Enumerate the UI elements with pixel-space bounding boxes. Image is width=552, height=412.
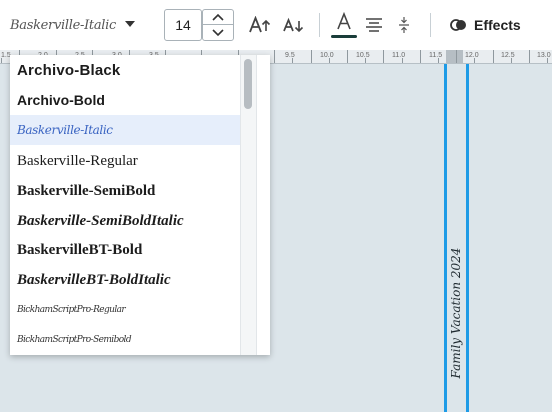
ruler-tick bbox=[493, 50, 494, 63]
text-color-button[interactable] bbox=[330, 12, 358, 38]
ruler-label: 9.5 bbox=[285, 52, 295, 59]
spine-title-text[interactable]: Family Vacation 2024 bbox=[449, 248, 463, 379]
grow-font-button[interactable] bbox=[247, 12, 273, 38]
font-size-stepper bbox=[202, 9, 234, 41]
effects-icon bbox=[450, 19, 466, 31]
font-family-value: Baskerville-Italic bbox=[10, 17, 116, 33]
effects-button[interactable]: Effects bbox=[450, 12, 521, 38]
font-option-baskervillebt-bold[interactable]: BaskervilleBT-Bold bbox=[10, 235, 240, 265]
ruler-tick bbox=[456, 50, 457, 63]
ruler-label: 10.0 bbox=[320, 52, 334, 59]
shrink-font-button[interactable] bbox=[280, 12, 306, 38]
font-option-baskerville-regular[interactable]: Baskerville-Regular bbox=[10, 146, 240, 176]
increase-size-button[interactable] bbox=[203, 10, 233, 25]
align-center-button[interactable] bbox=[362, 12, 386, 38]
font-family-list: Archivo-Black Archivo-Bold Baskerville-I… bbox=[10, 55, 270, 355]
chevron-down-icon bbox=[212, 28, 224, 36]
ruler-label: 10.5 bbox=[356, 52, 370, 59]
ruler-selection-marker bbox=[446, 50, 463, 63]
ruler-label: 11.5 bbox=[429, 52, 443, 59]
ruler-tick bbox=[311, 50, 312, 63]
font-option-baskerville-semibold[interactable]: Baskerville-SemiBold bbox=[10, 176, 240, 206]
ruler-label: 13.0 bbox=[537, 52, 551, 59]
font-option-baskervillebt-bold-italic[interactable]: BaskervilleBT-BoldItalic bbox=[10, 265, 240, 295]
font-size-input[interactable]: 14 bbox=[164, 9, 202, 41]
chevron-up-icon bbox=[212, 13, 224, 21]
ruler-label: 11.0 bbox=[392, 52, 406, 59]
spacing-button[interactable] bbox=[394, 12, 414, 38]
line-spacing-icon bbox=[399, 17, 409, 33]
ruler-tick bbox=[383, 50, 384, 63]
font-family-dropdown[interactable]: Baskerville-Italic bbox=[10, 10, 144, 40]
ruler-tick bbox=[529, 50, 530, 63]
font-option-bickham-regular[interactable]: BickhamScriptPro-Regular bbox=[10, 295, 240, 325]
ruler-tick bbox=[420, 50, 421, 63]
align-center-icon bbox=[366, 18, 382, 32]
toolbar-divider bbox=[430, 13, 431, 37]
ruler-tick bbox=[347, 50, 348, 63]
text-toolbar: Baskerville-Italic 14 Effects bbox=[0, 0, 552, 50]
font-grow-icon bbox=[249, 16, 271, 33]
ruler-label: 12.0 bbox=[465, 52, 479, 59]
font-shrink-icon bbox=[283, 17, 304, 33]
toolbar-divider bbox=[319, 13, 320, 37]
ruler-tick bbox=[274, 50, 275, 63]
font-option-baskerville-semibold-italic[interactable]: Baskerville-SemiBoldItalic bbox=[10, 206, 240, 236]
chevron-down-icon bbox=[125, 21, 135, 27]
decrease-size-button[interactable] bbox=[203, 25, 233, 40]
font-option-archivo-bold[interactable]: Archivo-Bold bbox=[10, 85, 240, 115]
font-option-archivo-black[interactable]: Archivo-Black bbox=[10, 55, 240, 85]
list-scrollbar-thumb[interactable] bbox=[244, 59, 252, 109]
font-option-baskerville-italic[interactable]: Baskerville-Italic bbox=[10, 115, 240, 145]
font-option-bickham-semibold[interactable]: BickhamScriptPro-Semibold bbox=[10, 325, 240, 355]
list-gutter bbox=[256, 55, 270, 355]
effects-label: Effects bbox=[474, 17, 521, 33]
ruler-label: 12.5 bbox=[501, 52, 515, 59]
text-color-icon bbox=[331, 12, 357, 38]
